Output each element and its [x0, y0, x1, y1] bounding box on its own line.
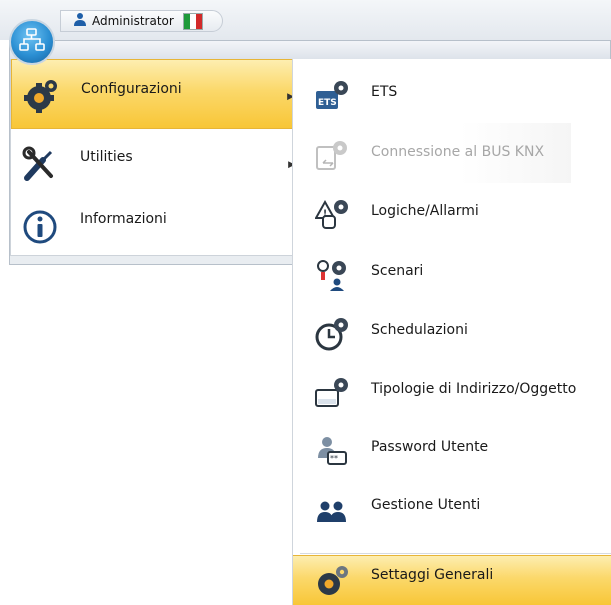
svg-text:**: **: [330, 454, 338, 463]
network-map-icon: [19, 27, 45, 57]
submenu-item-label: Gestione Utenti: [371, 497, 481, 513]
user-name: Administrator: [92, 14, 174, 28]
submenu-item-label: Schedulazioni: [371, 322, 468, 338]
submenu-item-label: Settaggi Generali: [371, 567, 494, 583]
main-menu: Configurazioni ▶ Utilities ▶ Informazion…: [10, 59, 304, 256]
submenu-item-schedulazioni[interactable]: Schedulazioni: [293, 301, 611, 361]
ets-gear-icon: ETS: [315, 79, 349, 113]
submenu-item-label: Scenari: [371, 263, 424, 279]
submenu-separator: [300, 553, 611, 554]
menu-item-label: Utilities: [80, 149, 133, 165]
submenu-item-tipologie[interactable]: Tipologie di Indirizzo/Oggetto: [293, 360, 611, 420]
gear-icon: [22, 78, 60, 116]
submenu-item-scenari[interactable]: Scenari: [293, 242, 611, 302]
submenu-item-label: Tipologie di Indirizzo/Oggetto: [371, 381, 577, 397]
configurazioni-submenu: ETS ETS Connessione al BUS KNX ! Logiche…: [292, 59, 611, 605]
general-settings-icon: [315, 564, 349, 598]
submenu-item-password-utente[interactable]: ** Password Utente: [293, 418, 611, 478]
submenu-item-label: Password Utente: [371, 439, 489, 455]
menu-item-label: Configurazioni: [81, 81, 182, 97]
submenu-item-gestione-utenti[interactable]: Gestione Utenti: [293, 476, 611, 536]
clock-gear-icon: [315, 317, 349, 351]
tools-icon: [21, 146, 59, 184]
submenu-item-label: Connessione al BUS KNX: [371, 144, 545, 160]
menu-item-configurazioni[interactable]: Configurazioni ▶: [11, 59, 303, 129]
user-password-icon: **: [315, 434, 349, 468]
user-icon: [73, 12, 87, 30]
info-icon: [21, 208, 59, 246]
application-button[interactable]: [9, 19, 55, 65]
user-badge[interactable]: Administrator: [60, 10, 223, 32]
menu-item-informazioni[interactable]: Informazioni: [11, 190, 303, 258]
users-management-icon: [315, 492, 349, 526]
menu-item-label: Informazioni: [80, 211, 167, 227]
submenu-item-settaggi-generali[interactable]: Settaggi Generali: [293, 555, 611, 605]
svg-text:ETS: ETS: [318, 98, 337, 108]
submenu-item-label: ETS: [371, 84, 398, 100]
submenu-item-logiche-allarmi[interactable]: ! Logiche/Allarmi: [293, 182, 611, 242]
bus-connection-icon: [315, 139, 349, 173]
scenario-icon: [315, 258, 349, 292]
submenu-item-ets[interactable]: ETS ETS: [293, 63, 611, 123]
italy-flag-icon[interactable]: [182, 12, 203, 30]
menu-item-utilities[interactable]: Utilities ▶: [11, 128, 303, 196]
logic-alarm-icon: !: [314, 198, 349, 232]
submenu-item-label: Logiche/Allarmi: [371, 203, 479, 219]
submenu-item-connessione-bus[interactable]: Connessione al BUS KNX: [293, 123, 571, 183]
menu-header-strip: [10, 41, 610, 60]
address-type-icon: [315, 376, 349, 410]
